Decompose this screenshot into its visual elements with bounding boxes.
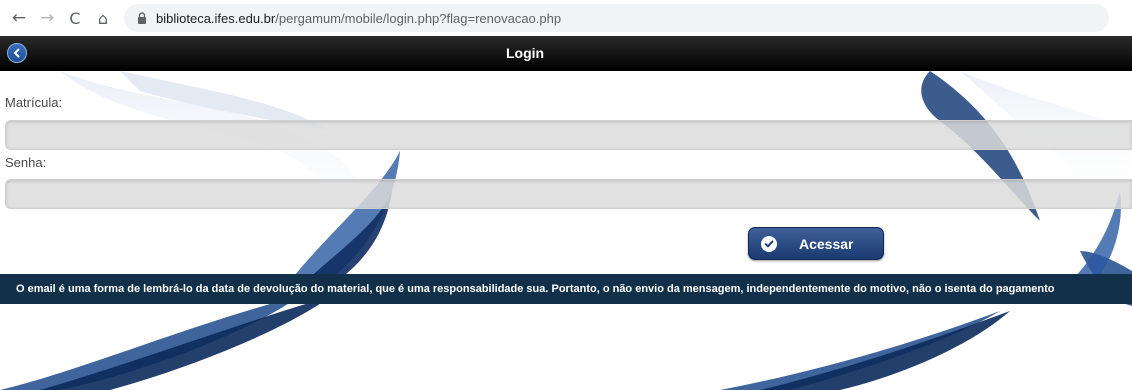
acessar-button[interactable]: Acessar (748, 227, 884, 260)
matricula-input[interactable] (5, 120, 1132, 150)
home-icon[interactable]: ⌂ (92, 7, 114, 29)
browser-toolbar: ← → C ⌂ biblioteca.ifes.edu.br/pergamum/… (0, 0, 1132, 36)
matricula-label: Matrícula: (5, 95, 63, 110)
back-button[interactable] (7, 43, 27, 63)
lock-icon (138, 12, 146, 24)
reload-icon[interactable]: C (64, 7, 86, 29)
page-title: Login (506, 45, 545, 61)
acessar-button-label: Acessar (799, 235, 854, 252)
app-header: Login (0, 36, 1132, 71)
chevron-left-icon (13, 48, 20, 58)
back-arrow-icon[interactable]: ← (8, 7, 30, 29)
address-bar[interactable]: biblioteca.ifes.edu.br/pergamum/mobile/l… (124, 4, 1109, 32)
senha-label: Senha: (5, 155, 47, 170)
url-path: /pergamum/mobile/login.php?flag=renovaca… (275, 10, 562, 26)
url-domain: biblioteca.ifes.edu.br (156, 10, 276, 26)
check-icon (761, 235, 777, 252)
senha-input[interactable] (5, 179, 1132, 209)
login-content: Matrícula: Senha: Acessar O email é uma … (0, 71, 1132, 390)
forward-arrow-icon[interactable]: → (36, 7, 58, 29)
background-swirl-art (0, 71, 1132, 390)
url-text: biblioteca.ifes.edu.br/pergamum/mobile/l… (156, 11, 561, 26)
notice-banner: O email é uma forma de lembrá-lo da data… (0, 274, 1132, 304)
